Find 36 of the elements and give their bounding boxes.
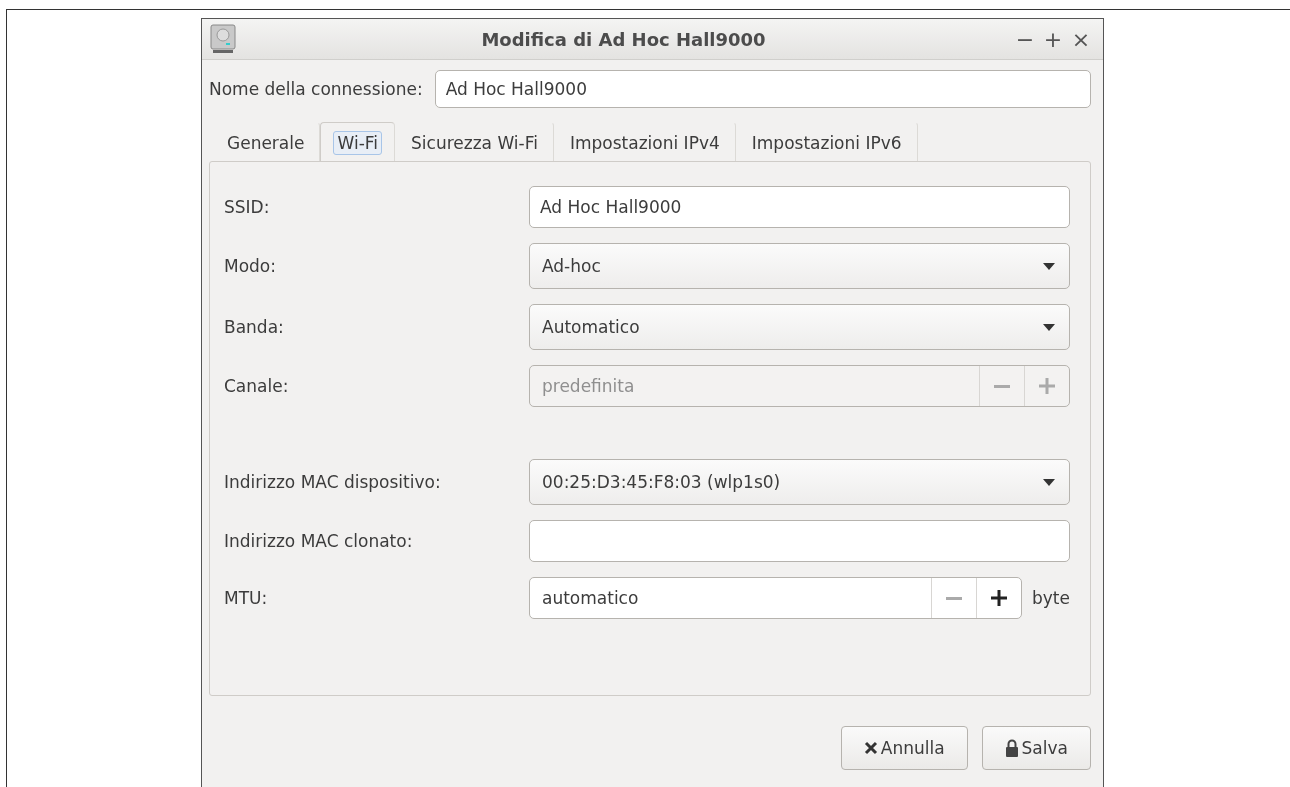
field-label: SSID: [224, 197, 271, 217]
tab[interactable]: Impostazioni IPv6 [735, 122, 918, 162]
tab[interactable]: Impostazioni IPv4 [553, 122, 736, 162]
plus-icon [990, 589, 1008, 607]
unit-label: byte [1032, 588, 1070, 608]
text-field[interactable]: Ad Hoc Hall9000 [529, 186, 1070, 228]
field-label: Canale: [224, 376, 290, 396]
window-title: Modifica di Ad Hoc Hall9000 [480, 28, 767, 50]
lock-icon [1004, 739, 1019, 757]
dropdown-arrow-icon [1043, 478, 1055, 486]
tab[interactable]: Sicurezza Wi-Fi [395, 122, 554, 162]
minus-icon [993, 384, 1011, 388]
dropdown[interactable]: Ad-hoc [529, 243, 1070, 289]
dropdown[interactable]: Automatico [529, 304, 1070, 350]
field-label: Indirizzo MAC clonato: [224, 531, 414, 551]
cancel-button[interactable]: Annulla [840, 726, 968, 770]
field-label: Indirizzo MAC dispositivo: [224, 472, 442, 492]
close-icon [863, 741, 878, 755]
network-drive-icon [210, 24, 236, 54]
text-field[interactable] [529, 520, 1070, 562]
tab[interactable]: Wi-Fi [320, 122, 396, 162]
save-button[interactable]: Salva [981, 726, 1091, 770]
field-label: MTU: [224, 588, 269, 608]
window-control[interactable]: − [1011, 26, 1039, 52]
spin-field[interactable]: automatico [529, 577, 1022, 619]
field-label: Banda: [224, 317, 285, 337]
dropdown[interactable]: 00:25:D3:45:F8:03 (wlp1s0) [529, 459, 1070, 505]
plus-icon [1038, 377, 1056, 395]
window-control[interactable]: + [1039, 26, 1067, 52]
minus-icon [945, 596, 963, 600]
dropdown-arrow-icon [1043, 262, 1055, 270]
field-label: Nome della connessione: [209, 79, 423, 99]
field-label: Modo: [224, 256, 277, 276]
window-control[interactable]: × [1067, 26, 1095, 52]
connection-name-field[interactable]: Ad Hoc Hall9000 [434, 70, 1091, 108]
dropdown-arrow-icon [1043, 323, 1055, 331]
